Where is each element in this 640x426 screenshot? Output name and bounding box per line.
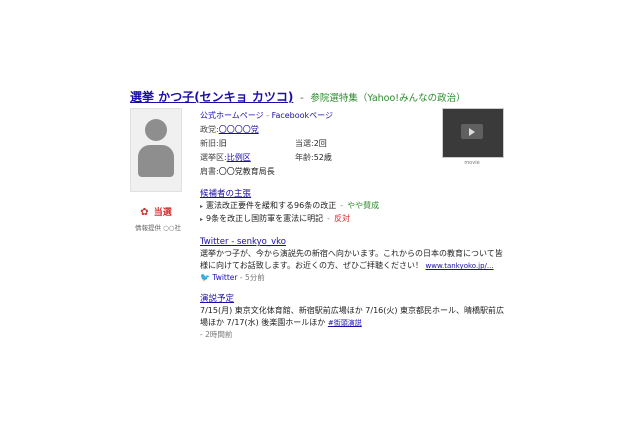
tweet-sep: - (239, 273, 243, 282)
candidate-info: 公式ホームページ - Facebookページ 政党:〇〇〇〇党 新旧:旧 当選:… (200, 109, 430, 179)
terms-label: 当選: (295, 139, 314, 148)
speech-tag[interactable]: #街頭演説 (328, 319, 362, 327)
external-links: 公式ホームページ - Facebookページ (200, 109, 430, 123)
policy-stance: やや賛成 (347, 201, 380, 210)
candidate-photo (130, 108, 182, 192)
policy-sep: - (340, 201, 344, 210)
party-row: 政党:〇〇〇〇党 (200, 123, 430, 137)
profile-column: ✿ 当選 情報提供 ○○社 (130, 108, 188, 232)
avatar-head (145, 119, 167, 141)
position-value: 〇〇党教育局長 (218, 167, 275, 176)
twitter-section: Twitter - senkyo_vko 選挙かつ子が、今から演説先の新宿へ向か… (200, 236, 510, 284)
twitter-heading[interactable]: Twitter - senkyo_vko (200, 236, 510, 248)
policies-heading[interactable]: 候補者の主張 (200, 188, 510, 200)
facebook-link[interactable]: Facebookページ (272, 111, 333, 120)
party-link[interactable]: 〇〇〇〇党 (219, 125, 259, 134)
policy-text: 9条を改正し国防軍を憲法に明記 (206, 214, 324, 223)
video-label: movie (464, 160, 480, 166)
title-row-info: 肩書:〇〇党教育局長 (200, 165, 430, 179)
election-result: ✿ 当選 (130, 200, 182, 219)
title-row: 選挙 かつ子(センキョ カツコ) - 参院選特集（Yahoo!みんなの政治） (130, 88, 466, 105)
avatar-body (138, 145, 174, 177)
policy-item: ▸ 9条を改正し国防軍を憲法に明記 - 反対 (200, 213, 510, 226)
age-value: 52歳 (313, 153, 332, 162)
candidate-name-link[interactable]: 選挙 かつ子(センキョ カツコ) (130, 90, 293, 104)
district-row: 選挙区:比例区 年齢:52歳 (200, 151, 430, 165)
status-label: 新旧: (200, 139, 219, 148)
official-site-link[interactable]: 公式ホームページ (200, 111, 264, 120)
title-separator: - (299, 91, 304, 104)
bullet-icon: ▸ (200, 216, 204, 223)
result-label: 当選 (153, 208, 172, 218)
district-label: 選挙区: (200, 153, 227, 162)
source-label: 参院選特集（Yahoo!みんなの政治） (310, 93, 466, 104)
tweet-time: 5分前 (245, 273, 265, 282)
policy-sep: - (327, 214, 330, 223)
twitter-bird-icon: 🐦 (200, 273, 210, 282)
district-link[interactable]: 比例区 (227, 153, 251, 162)
speech-body: 7/15(月) 東京文化体育館、新宿駅前広場ほか 7/16(火) 東京都民ホール… (200, 305, 510, 329)
speech-time: - 2時間前 (200, 330, 233, 339)
play-icon (469, 127, 475, 136)
tweet-url[interactable]: www.tankyoko.jp/... (426, 262, 494, 270)
play-button[interactable] (461, 124, 483, 139)
speech-section: 演説予定 7/15(月) 東京文化体育館、新宿駅前広場ほか 7/16(火) 東京… (200, 293, 510, 341)
policy-item: ▸ 憲法改正要件を緩和する96条の改正 - やや賛成 (200, 200, 510, 213)
video-thumbnail[interactable] (442, 108, 504, 158)
data-provider: 情報提供 ○○社 (135, 224, 181, 232)
policies-section: 候補者の主張 ▸ 憲法改正要件を緩和する96条の改正 - やや賛成 ▸ 9条を改正し国防… (200, 188, 510, 226)
bullet-icon: ▸ (200, 203, 204, 210)
policy-text: 憲法改正要件を緩和する96条の改正 (206, 201, 337, 210)
status-value: 旧 (218, 139, 227, 148)
tweet-meta: 🐦 Twitter - 5分前 (200, 272, 510, 284)
speech-heading[interactable]: 演説予定 (200, 293, 510, 305)
rose-icon: ✿ (140, 207, 149, 218)
position-label: 肩書: (200, 167, 219, 176)
candidate-reading[interactable]: (センキョ カツコ) (194, 90, 293, 104)
terms-value: 2回 (313, 139, 327, 148)
status-row: 新旧:旧 当選:2回 (200, 137, 430, 151)
age-label: 年齢: (295, 153, 314, 162)
tweet-body: 選挙かつ子が、今から演説先の新宿へ向かいます。これからの日本の教育について皆様に… (200, 248, 510, 272)
policy-stance: 反対 (334, 214, 350, 223)
tweet-source[interactable]: Twitter (212, 273, 237, 282)
links-separator: - (266, 111, 270, 120)
candidate-name[interactable]: 選挙 かつ子 (130, 90, 194, 104)
party-label: 政党: (200, 125, 219, 134)
